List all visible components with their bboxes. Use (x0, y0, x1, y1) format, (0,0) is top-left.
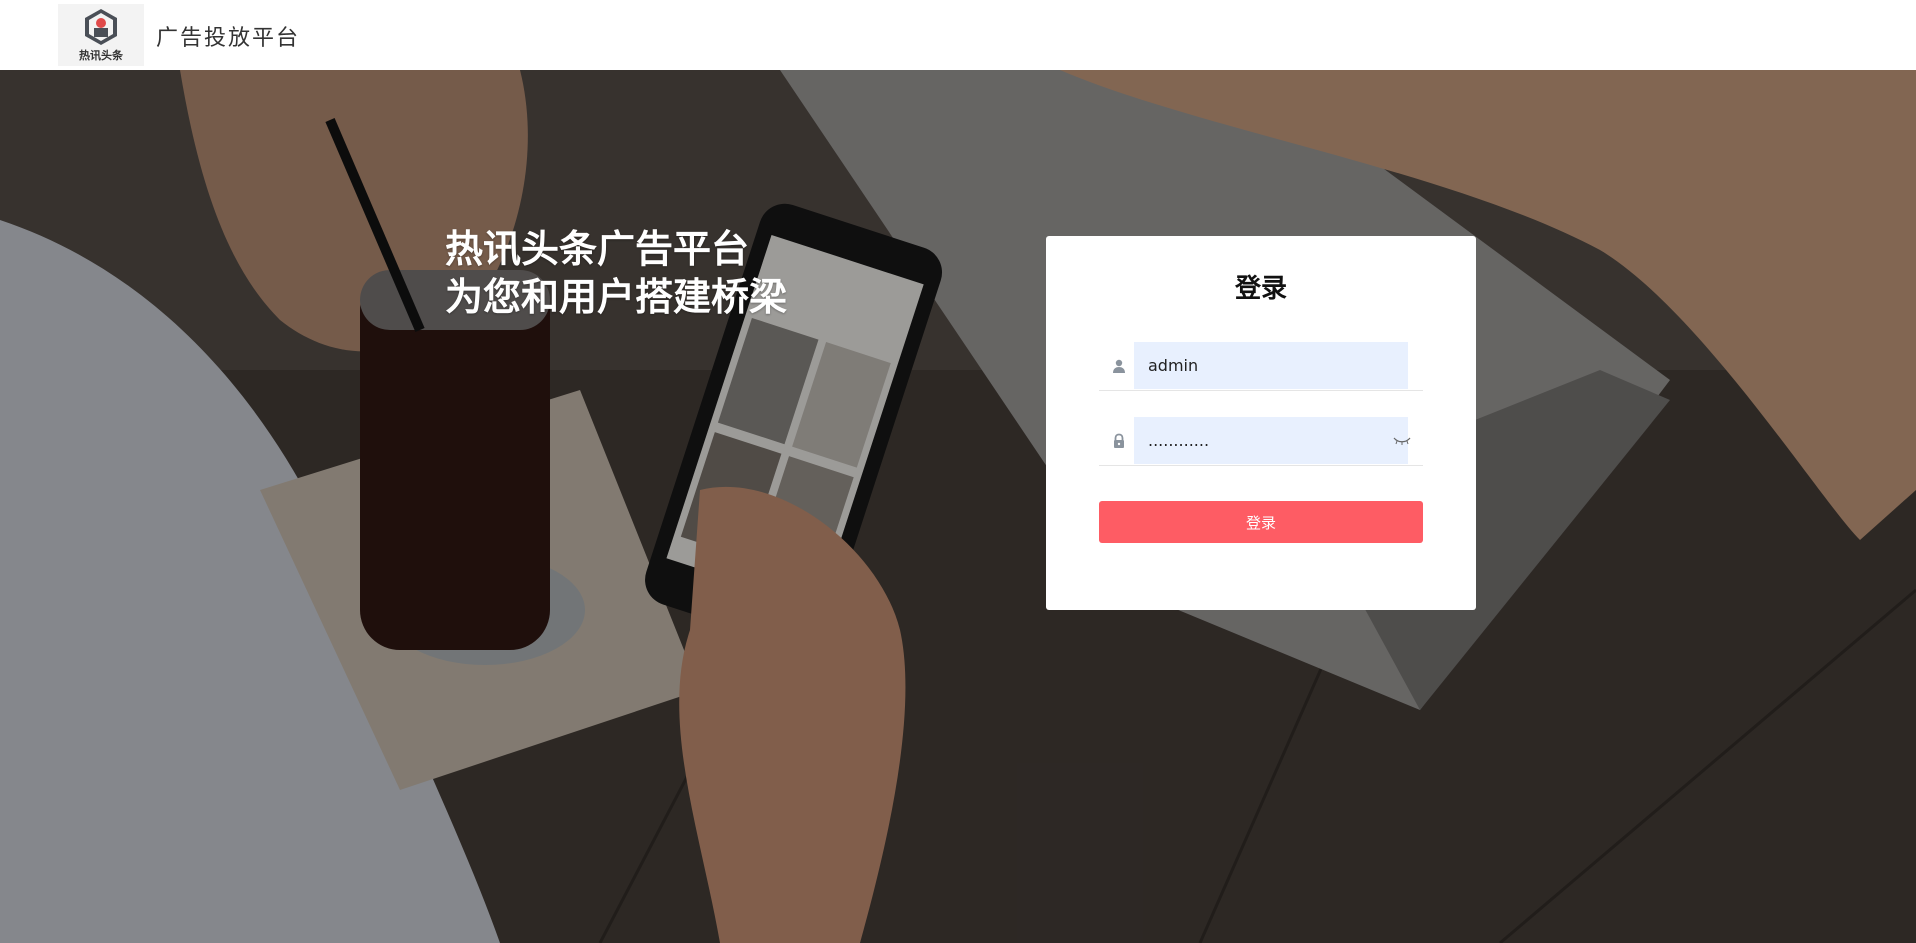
password-input[interactable] (1134, 417, 1408, 464)
username-input[interactable] (1134, 342, 1408, 389)
hero-background: 热讯头条广告平台 为您和用户搭建桥梁 登录 admin ............… (0, 70, 1916, 943)
user-icon (1113, 359, 1125, 373)
brand-logo[interactable]: 热讯头条 (58, 4, 144, 66)
lock-icon (1114, 433, 1124, 448)
shield-logo-icon (85, 8, 117, 45)
top-header: 热讯头条 广告投放平台 (0, 0, 1916, 70)
platform-name: 广告投放平台 (156, 26, 301, 51)
username-field (1099, 342, 1423, 391)
hero-overlay (0, 70, 1916, 943)
password-field (1099, 417, 1423, 466)
eye-closed-icon[interactable] (1393, 436, 1411, 446)
hero-slogan: 热讯头条广告平台 为您和用户搭建桥梁 (445, 225, 787, 321)
login-card: 登录 登录 (1046, 236, 1476, 610)
login-title: 登录 (1234, 274, 1287, 304)
slogan-line-2: 为您和用户搭建桥梁 (445, 275, 788, 319)
slogan-line-1: 热讯头条广告平台 (445, 227, 750, 271)
logo-text: 热讯头条 (79, 48, 123, 62)
login-button[interactable]: 登录 (1099, 501, 1423, 543)
